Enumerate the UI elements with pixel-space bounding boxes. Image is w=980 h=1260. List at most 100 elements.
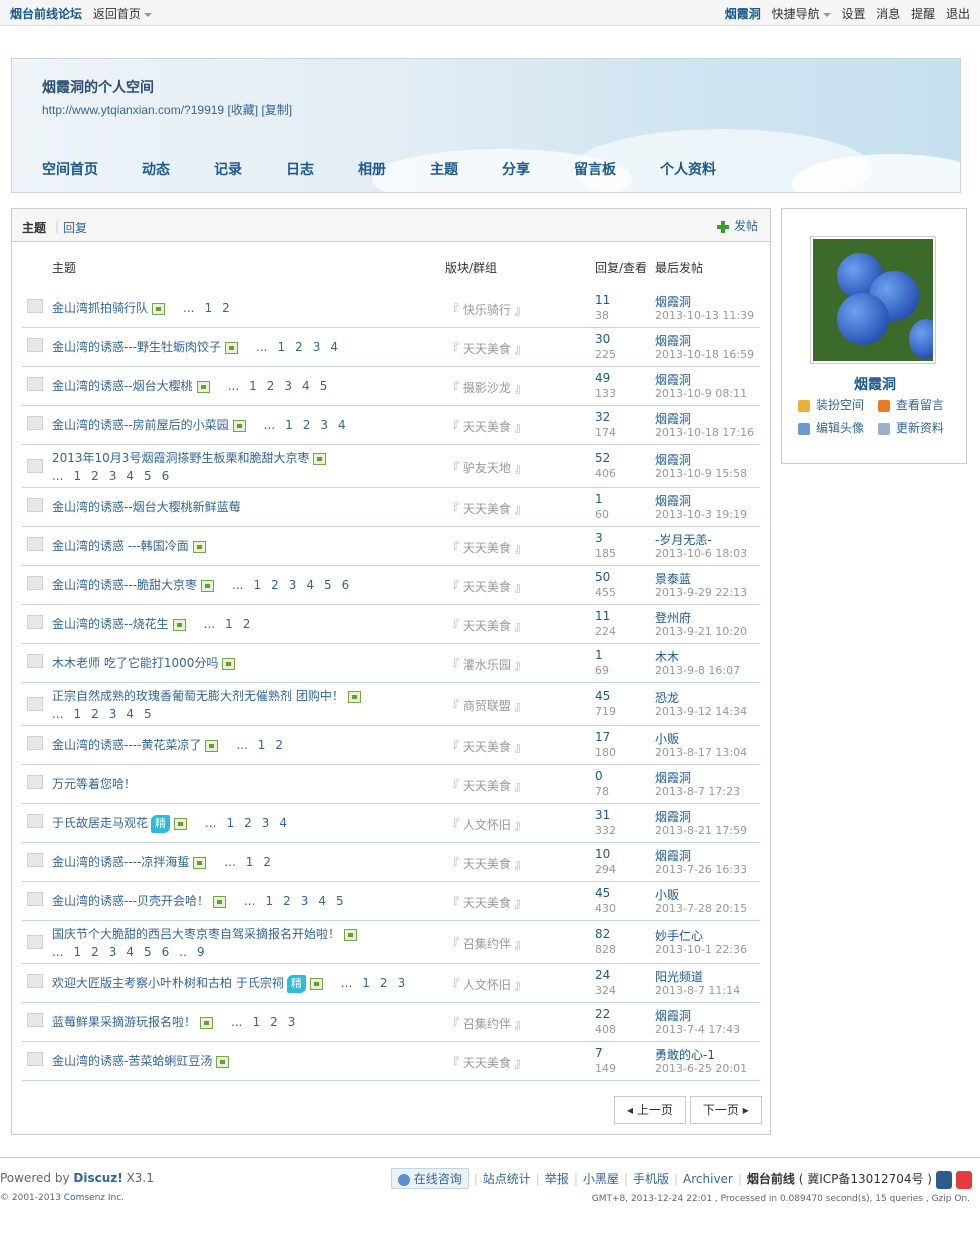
page-link[interactable]: ... bbox=[232, 578, 243, 592]
remind-link[interactable]: 提醒 bbox=[911, 7, 935, 21]
page-link[interactable]: 2 bbox=[275, 738, 283, 752]
tab-reply[interactable]: 回复 bbox=[63, 219, 87, 236]
page-link[interactable]: ... bbox=[341, 976, 352, 990]
page-link[interactable]: 2 bbox=[270, 1015, 278, 1029]
nav-records[interactable]: 记录 bbox=[214, 159, 242, 179]
last-post-time[interactable]: 2013-8-7 17:23 bbox=[655, 785, 740, 798]
thread-forum[interactable]: 『 天天美食 』 bbox=[447, 539, 527, 556]
copy-link[interactable]: [复制] bbox=[261, 103, 292, 117]
last-post-time[interactable]: 2013-10-9 08:11 bbox=[655, 387, 747, 400]
page-link[interactable]: 3 bbox=[301, 894, 309, 908]
settings-link[interactable]: 设置 bbox=[841, 7, 865, 21]
thread-title-link[interactable]: 金山湾的诱惑 ---韩国冷面 bbox=[52, 539, 189, 553]
thread-replies[interactable]: 50 bbox=[595, 570, 610, 584]
profile-name[interactable]: 烟霞洞 bbox=[782, 374, 968, 394]
prev-page-button[interactable]: ◂ 上一页 bbox=[614, 1096, 686, 1124]
last-post-user[interactable]: 烟霞洞 bbox=[655, 451, 691, 468]
page-link[interactable]: 3 bbox=[289, 578, 297, 592]
page-link[interactable]: 1 bbox=[252, 1015, 260, 1029]
page-link[interactable]: 1 bbox=[226, 816, 234, 830]
page-link[interactable]: 2 bbox=[271, 578, 279, 592]
thread-forum[interactable]: 『 灌水乐园 』 bbox=[447, 656, 527, 673]
thread-title-link[interactable]: 金山湾的诱惑--烟台大樱桃 bbox=[52, 379, 193, 393]
thread-title-link[interactable]: 金山湾的诱惑--房前屋后的小菜园 bbox=[52, 418, 229, 432]
page-link[interactable]: ... bbox=[256, 340, 267, 354]
last-post-user[interactable]: 烟霞洞 bbox=[655, 1007, 691, 1024]
page-link[interactable]: 6 bbox=[162, 945, 170, 959]
page-link[interactable]: 3 bbox=[398, 976, 406, 990]
last-post-time[interactable]: 2013-8-7 11:14 bbox=[655, 984, 740, 997]
page-link[interactable]: ... bbox=[52, 707, 63, 721]
thread-forum[interactable]: 『 驴友天地 』 bbox=[447, 459, 527, 476]
favorite-link[interactable]: [收藏] bbox=[227, 103, 258, 117]
thread-replies[interactable]: 3 bbox=[595, 531, 603, 545]
thread-replies[interactable]: 82 bbox=[595, 927, 610, 941]
page-link[interactable]: 4 bbox=[330, 340, 338, 354]
page-link[interactable]: 6 bbox=[342, 578, 350, 592]
thread-forum[interactable]: 『 天天美食 』 bbox=[447, 500, 527, 517]
thread-title-link[interactable]: 欢迎大匠版主考察小叶朴树和古柏 于氏宗祠 bbox=[52, 976, 284, 990]
page-link[interactable]: ... bbox=[244, 894, 255, 908]
last-post-user[interactable]: 烟霞洞 bbox=[655, 492, 691, 509]
thread-title-link[interactable]: 金山湾的诱惑----黄花菜凉了 bbox=[52, 738, 201, 752]
page-link[interactable]: 3 bbox=[320, 418, 328, 432]
last-post-user[interactable]: 烟霞洞 bbox=[655, 769, 691, 786]
thread-replies[interactable]: 32 bbox=[595, 410, 610, 424]
site-name-link[interactable]: 烟台前线论坛 bbox=[10, 7, 82, 21]
thread-forum[interactable]: 『 天天美食 』 bbox=[447, 617, 527, 634]
thread-forum[interactable]: 『 天天美食 』 bbox=[447, 855, 527, 872]
page-link[interactable]: 1 bbox=[249, 379, 257, 393]
thread-replies[interactable]: 45 bbox=[595, 886, 610, 900]
nav-feed[interactable]: 动态 bbox=[142, 159, 170, 179]
last-post-user[interactable]: 烟霞洞 bbox=[655, 332, 691, 349]
last-post-time[interactable]: 2013-10-3 19:19 bbox=[655, 508, 747, 521]
page-link[interactable]: 4 bbox=[279, 816, 287, 830]
thread-forum[interactable]: 『 天天美食 』 bbox=[447, 894, 527, 911]
last-post-time[interactable]: 2013-9-21 10:20 bbox=[655, 625, 747, 638]
page-link[interactable]: 5 bbox=[320, 379, 328, 393]
last-post-user[interactable]: 烟霞洞 bbox=[655, 808, 691, 825]
page-link[interactable]: 5 bbox=[144, 945, 152, 959]
thread-title-link[interactable]: 万元等着您哈！ bbox=[52, 777, 136, 791]
decorate-space-link[interactable]: 装扮空间 bbox=[798, 396, 872, 413]
page-link[interactable]: 1 bbox=[73, 707, 81, 721]
last-post-user[interactable]: -岁月无恙- bbox=[655, 531, 712, 548]
user-link[interactable]: 烟霞洞 bbox=[725, 7, 761, 21]
security-shield-icon[interactable] bbox=[936, 1170, 952, 1189]
page-link[interactable]: 3 bbox=[109, 707, 117, 721]
page-link[interactable]: 4 bbox=[306, 578, 314, 592]
nav-space-home[interactable]: 空间首页 bbox=[42, 159, 98, 179]
nav-blog[interactable]: 日志 bbox=[286, 159, 314, 179]
next-page-button[interactable]: 下一页 ▸ bbox=[689, 1096, 762, 1124]
page-link[interactable]: 2 bbox=[91, 469, 99, 483]
last-post-user[interactable]: 小贩 bbox=[655, 730, 679, 747]
page-link[interactable]: .. bbox=[179, 945, 187, 959]
page-link[interactable]: ... bbox=[204, 617, 215, 631]
thread-title-link[interactable]: 金山湾的诱惑-苦菜蛤蜊豇豆汤 bbox=[52, 1054, 212, 1068]
thread-forum[interactable]: 『 天天美食 』 bbox=[447, 418, 527, 435]
thread-forum[interactable]: 『 人文怀旧 』 bbox=[447, 976, 527, 993]
avatar[interactable] bbox=[810, 236, 936, 364]
footer-link-archiver[interactable]: Archiver bbox=[683, 1172, 733, 1186]
page-link[interactable]: ... bbox=[52, 945, 63, 959]
last-post-user[interactable]: 烟霞洞 bbox=[655, 293, 691, 310]
last-post-time[interactable]: 2013-9-29 22:13 bbox=[655, 586, 747, 599]
page-link[interactable]: 1 bbox=[362, 976, 370, 990]
last-post-user[interactable]: 景泰蓝 bbox=[655, 570, 691, 587]
page-link[interactable]: 4 bbox=[126, 707, 134, 721]
thread-forum[interactable]: 『 天天美食 』 bbox=[447, 738, 527, 755]
thread-title-link[interactable]: 金山湾的诱惑---野生牡蛎肉饺子 bbox=[52, 340, 221, 354]
page-link[interactable]: 4 bbox=[338, 418, 346, 432]
footer-link-mobile[interactable]: 手机版 bbox=[633, 1172, 669, 1186]
last-post-user[interactable]: 恐龙 bbox=[655, 689, 679, 706]
page-link[interactable]: ... bbox=[236, 738, 247, 752]
last-post-time[interactable]: 2013-8-21 17:59 bbox=[655, 824, 747, 837]
nav-share[interactable]: 分享 bbox=[502, 159, 530, 179]
page-link[interactable]: 4 bbox=[126, 469, 134, 483]
nav-threads[interactable]: 主题 bbox=[430, 159, 458, 179]
thread-forum[interactable]: 『 快乐骑行 』 bbox=[447, 301, 527, 318]
last-post-time[interactable]: 2013-8-17 13:04 bbox=[655, 746, 747, 759]
thread-replies[interactable]: 17 bbox=[595, 730, 610, 744]
page-link[interactable]: 1 bbox=[285, 418, 293, 432]
page-link[interactable]: 2 bbox=[267, 379, 275, 393]
